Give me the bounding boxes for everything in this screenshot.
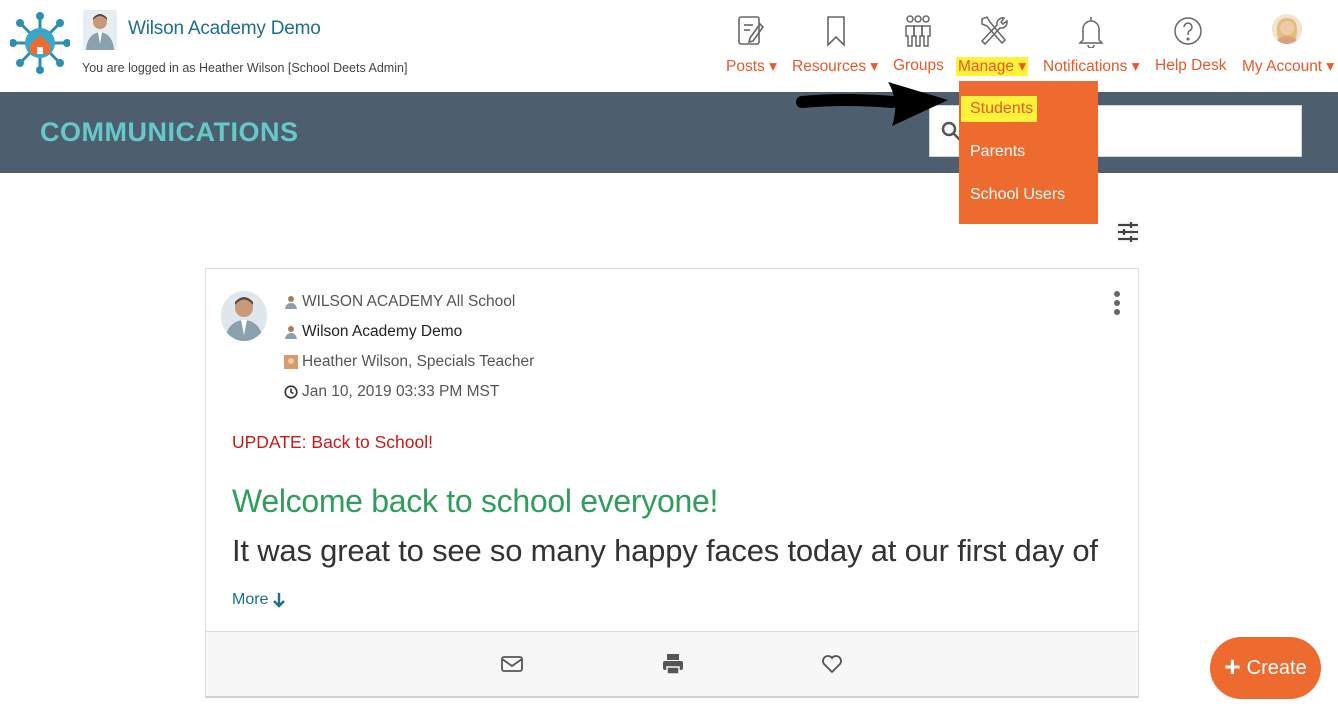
nav-my-account[interactable]: My Account ▾ — [1242, 57, 1334, 76]
bookmark-icon[interactable] — [818, 12, 854, 50]
post-school[interactable]: Wilson Academy Demo — [284, 323, 462, 341]
dropdown-item-students[interactable]: Students — [961, 96, 1037, 122]
manage-dropdown: Students Parents School Users — [959, 81, 1098, 224]
email-icon[interactable] — [500, 652, 524, 676]
page-title: COMMUNICATIONS — [40, 117, 299, 147]
school-avatar-icon — [285, 326, 297, 339]
group-avatar-icon — [285, 296, 297, 309]
nav-posts[interactable]: Posts ▾ — [726, 57, 777, 76]
post-card: WILSON ACADEMY All School Wilson Academy… — [205, 268, 1139, 698]
post-actions — [206, 631, 1138, 696]
create-button[interactable]: + Create — [1210, 637, 1321, 699]
arrow-down-icon — [273, 593, 286, 608]
post-school-label: Wilson Academy Demo — [302, 323, 463, 340]
header: Wilson Academy Demo You are logged in as… — [0, 0, 1338, 92]
nav-icons — [0, 12, 1338, 52]
post-group[interactable]: WILSON ACADEMY All School — [284, 293, 515, 311]
page-banner: COMMUNICATIONS — [0, 92, 1338, 173]
post-options-icon[interactable] — [1112, 291, 1122, 323]
help-icon[interactable] — [1170, 12, 1206, 50]
print-icon[interactable] — [661, 652, 685, 676]
post-heading: Welcome back to school everyone! — [232, 483, 719, 519]
tools-icon[interactable] — [975, 12, 1011, 50]
nav-manage[interactable]: Manage ▾ — [956, 57, 1029, 76]
more-link[interactable]: More — [232, 591, 286, 609]
post-body-preview: It was great to see so many happy faces … — [232, 533, 1098, 568]
nav-help-desk[interactable]: Help Desk — [1155, 57, 1227, 75]
post-author-avatar — [221, 291, 267, 341]
author-avatar-icon — [284, 355, 298, 369]
nav-groups[interactable]: Groups — [893, 57, 944, 75]
bell-icon[interactable] — [1073, 12, 1109, 50]
filter-settings-icon[interactable] — [1115, 219, 1141, 245]
heart-icon[interactable] — [820, 652, 844, 676]
more-link-label: More — [232, 591, 269, 608]
profile-avatar[interactable] — [1272, 14, 1302, 44]
post-timestamp-label: Jan 10, 2019 03:33 PM MST — [302, 383, 500, 400]
nav-resources[interactable]: Resources ▾ — [792, 57, 878, 76]
annotation-arrow-icon — [796, 82, 948, 126]
post-author[interactable]: Heather Wilson, Specials Teacher — [284, 353, 534, 371]
edit-post-icon[interactable] — [733, 12, 769, 50]
main-nav: Posts ▾ Resources ▾ Groups Manage ▾ Noti… — [0, 57, 1338, 79]
nav-notifications[interactable]: Notifications ▾ — [1043, 57, 1140, 76]
dropdown-item-parents[interactable]: Parents — [970, 143, 1025, 161]
post-subject: UPDATE: Back to School! — [232, 432, 434, 452]
dropdown-item-school-users[interactable]: School Users — [970, 186, 1065, 204]
group-icon[interactable] — [900, 12, 936, 50]
post-timestamp: Jan 10, 2019 03:33 PM MST — [284, 383, 499, 401]
clock-icon — [284, 385, 298, 399]
plus-icon: + — [1224, 650, 1241, 682]
post-group-label: WILSON ACADEMY All School — [302, 293, 516, 310]
create-button-label: Create — [1246, 656, 1307, 679]
post-author-label: Heather Wilson, Specials Teacher — [302, 353, 535, 370]
